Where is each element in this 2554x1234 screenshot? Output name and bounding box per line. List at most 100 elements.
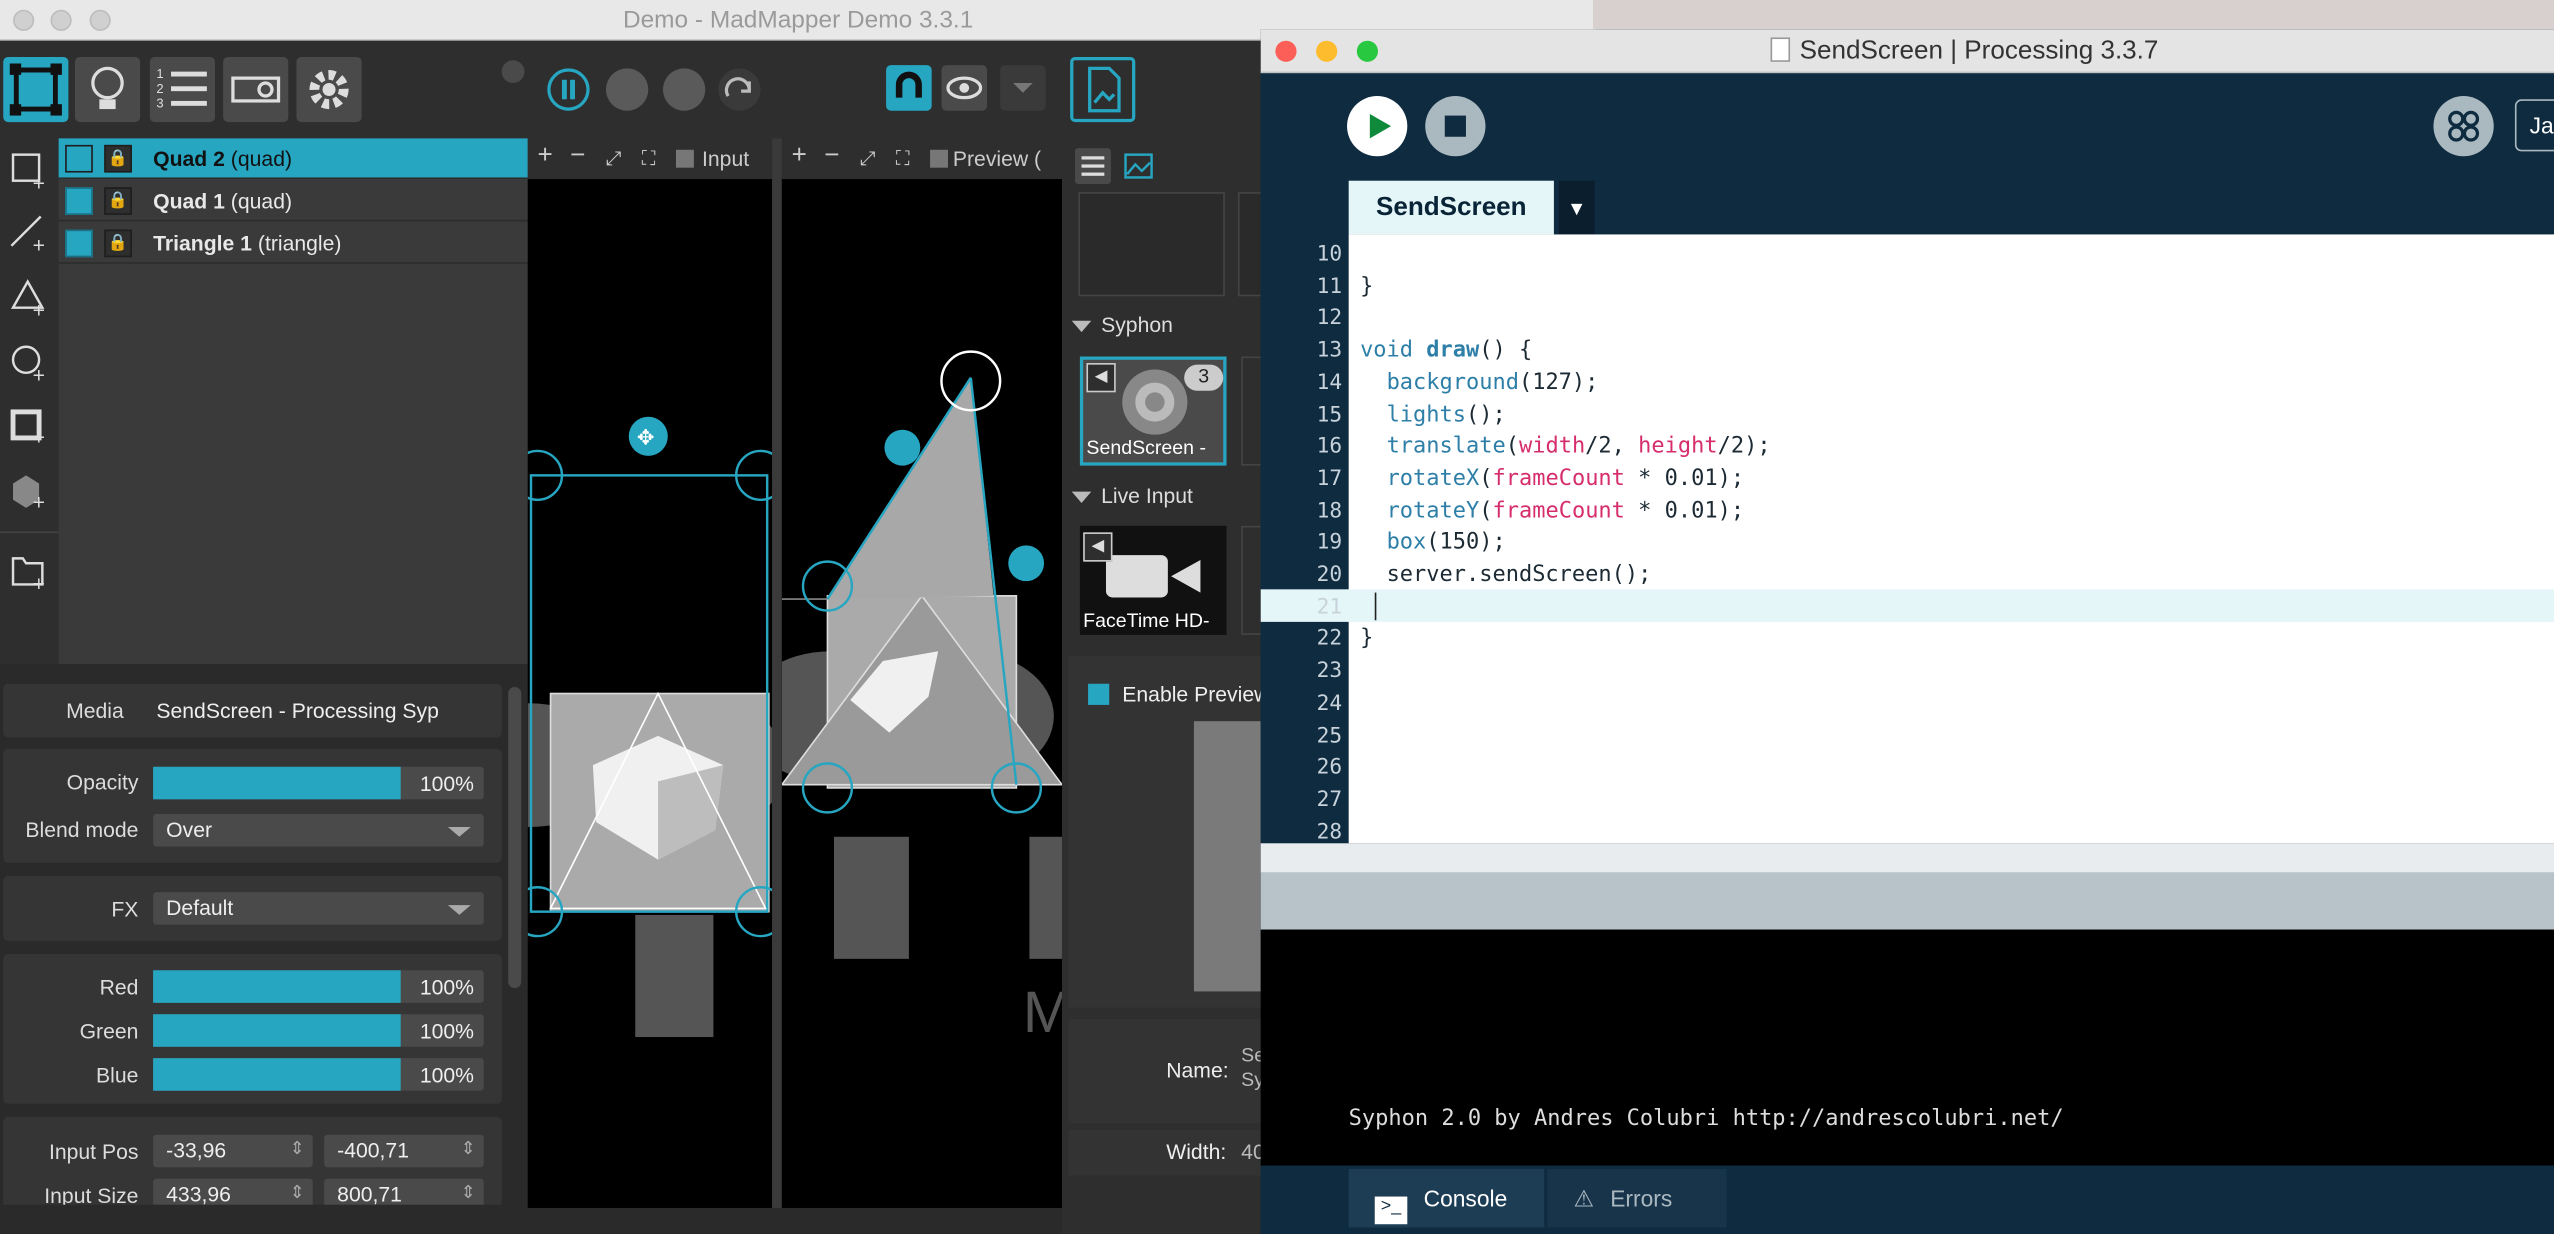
- tab-errors[interactable]: ⚠ Errors: [1547, 1168, 1727, 1228]
- play-small-icon[interactable]: [501, 60, 525, 84]
- add-circle-tool[interactable]: +: [11, 345, 45, 388]
- mode-selector[interactable]: Ja: [2514, 99, 2554, 152]
- opacity-slider[interactable]: 100%: [153, 766, 484, 800]
- surface-row-quad-2[interactable]: 🔒 Quad 2 (quad): [58, 138, 528, 180]
- input-checkbox[interactable]: [675, 149, 694, 168]
- zoom-in-icon[interactable]: +: [538, 142, 553, 171]
- console-tab-label: Console: [1423, 1185, 1508, 1212]
- add-triangle-tool[interactable]: +: [10, 279, 45, 323]
- pause-button[interactable]: [547, 68, 590, 111]
- line-number: 27: [1316, 787, 1343, 813]
- list-view-button[interactable]: [1075, 148, 1111, 184]
- media-thumb-empty[interactable]: [1237, 192, 1263, 297]
- step-button[interactable]: [662, 68, 706, 111]
- add-line-tool[interactable]: +: [10, 215, 45, 258]
- visibility-checkbox[interactable]: [65, 144, 93, 173]
- lock-icon[interactable]: 🔒: [104, 187, 132, 215]
- play-toggle-icon[interactable]: ◀: [1083, 532, 1113, 562]
- live-input-section-header[interactable]: Live Input: [1069, 484, 1263, 517]
- syphon-thumb-partial: [1241, 356, 1263, 466]
- document-icon: [1770, 37, 1790, 62]
- syphon-section-header[interactable]: Syphon: [1069, 313, 1263, 346]
- surface-tools: + + + + + + +: [0, 138, 59, 665]
- input-pos-x-field[interactable]: -33,96: [153, 1134, 313, 1168]
- green-slider[interactable]: 100%: [153, 1014, 484, 1047]
- live-input-thumb[interactable]: ◀ FaceTime HD-: [1079, 525, 1227, 635]
- play-toggle-icon[interactable]: ◀: [1086, 363, 1116, 393]
- preview-viewport[interactable]: M: [781, 179, 1062, 1208]
- stop-icon: [1444, 115, 1466, 137]
- add-3d-object-tool[interactable]: +: [13, 475, 45, 515]
- preview-viewport-header: + − ⤢ ⛶ Preview (: [781, 138, 1062, 180]
- visibility-button[interactable]: [941, 65, 988, 111]
- visibility-checkbox[interactable]: [65, 187, 93, 215]
- preview-checkbox[interactable]: [930, 149, 948, 168]
- editor-scrollbar[interactable]: [1260, 843, 2554, 873]
- lights-mode-button[interactable]: [74, 56, 141, 123]
- code-token: server.sendScreen();: [1386, 561, 1652, 588]
- code-token: background: [1386, 369, 1519, 396]
- zoom-in-icon[interactable]: +: [792, 142, 807, 171]
- media-value[interactable]: SendScreen - Processing Syp: [156, 698, 439, 722]
- tab-menu-button[interactable]: ▼: [1558, 180, 1595, 235]
- stop-button[interactable]: [605, 68, 649, 111]
- console-divider[interactable]: [1260, 872, 2554, 930]
- add-folder-tool[interactable]: +: [11, 557, 45, 596]
- syphon-source-thumb[interactable]: ◀ 3 SendScreen -: [1079, 356, 1227, 466]
- opacity-value: 100%: [419, 771, 474, 797]
- add-mask-tool[interactable]: +: [10, 409, 45, 450]
- settings-button[interactable]: [296, 56, 362, 123]
- preview-viewport-label: Preview (: [952, 146, 1042, 171]
- media-thumb-empty[interactable]: [1078, 192, 1225, 297]
- magnet-button[interactable]: [886, 65, 932, 111]
- add-quad-tool[interactable]: +: [11, 153, 45, 196]
- input-viewport[interactable]: ✥: [527, 179, 773, 1208]
- image-icon: [1124, 153, 1153, 179]
- loop-button[interactable]: [718, 68, 761, 111]
- blue-slider[interactable]: 100%: [153, 1058, 484, 1091]
- line-number: 19: [1316, 531, 1343, 556]
- zoom-out-icon[interactable]: −: [570, 142, 585, 171]
- code-line: background(127);: [1360, 369, 1599, 396]
- blend-mode-select[interactable]: Over: [153, 813, 484, 847]
- svg-text:+: +: [33, 172, 45, 195]
- tab-console[interactable]: >_ Console: [1348, 1168, 1545, 1228]
- code-token: box: [1386, 529, 1427, 556]
- properties-scrollbar[interactable]: [508, 687, 522, 989]
- enable-preview-checkbox[interactable]: [1088, 683, 1110, 705]
- code-token: (127);: [1518, 369, 1599, 396]
- viewport-splitter[interactable]: [772, 138, 782, 1208]
- tab-sendscreen[interactable]: SendScreen: [1348, 180, 1554, 235]
- stop-button[interactable]: [1425, 96, 1486, 157]
- lock-icon[interactable]: 🔒: [104, 229, 132, 258]
- surface-row-triangle-1[interactable]: 🔒 Triangle 1 (triangle): [58, 223, 528, 264]
- red-slider[interactable]: 100%: [153, 970, 484, 1003]
- cues-mode-button[interactable]: 123: [149, 56, 216, 123]
- media-library-button[interactable]: [1070, 56, 1136, 123]
- debugger-button[interactable]: [2433, 96, 2494, 157]
- lock-icon[interactable]: 🔒: [104, 144, 132, 173]
- visibility-checkbox[interactable]: [65, 229, 93, 258]
- thumbnail-view-button[interactable]: [1120, 148, 1157, 184]
- code-token: height: [1638, 433, 1718, 460]
- svg-text:1: 1: [156, 66, 163, 81]
- watermark-text: M: [1023, 980, 1062, 1045]
- fx-select[interactable]: Default: [153, 892, 484, 925]
- fullscreen-icon[interactable]: ⛶: [896, 147, 910, 171]
- redo-icon: [724, 77, 751, 97]
- fit-icon[interactable]: ⤢: [860, 147, 876, 171]
- line-number: 22: [1316, 627, 1343, 652]
- line-number: 14: [1316, 370, 1343, 396]
- fit-icon[interactable]: ⤢: [606, 147, 622, 171]
- surface-row-quad-1[interactable]: 🔒 Quad 1 (quad): [58, 180, 528, 222]
- opacity-label: Opacity: [66, 770, 139, 795]
- run-button[interactable]: [1347, 96, 1408, 157]
- zoom-out-icon[interactable]: −: [824, 142, 839, 171]
- surfaces-mode-button[interactable]: [3, 56, 69, 123]
- outputs-mode-button[interactable]: [223, 56, 289, 123]
- view-dropdown[interactable]: [1000, 65, 1046, 111]
- processing-toolbar: Ja: [1260, 73, 2554, 181]
- media-row: Media SendScreen - Processing Syp: [3, 683, 502, 738]
- fullscreen-icon[interactable]: ⛶: [642, 147, 656, 171]
- input-pos-y-field[interactable]: -400,71: [324, 1134, 484, 1168]
